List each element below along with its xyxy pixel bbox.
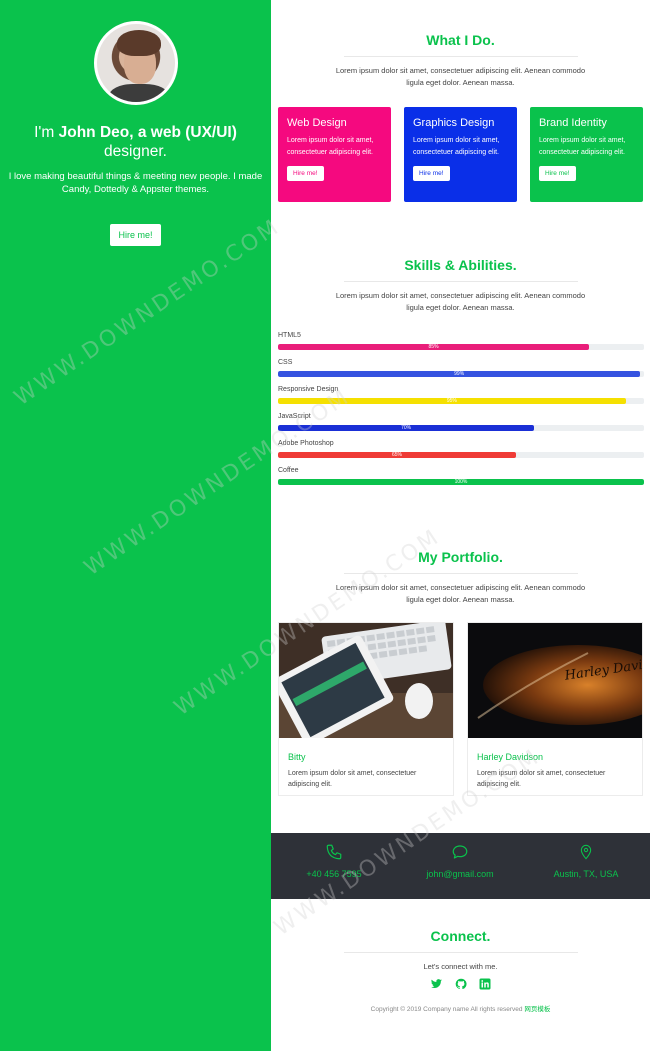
skill-row: Coffee 100% [278, 467, 644, 494]
what-i-do-description: Lorem ipsum dolor sit amet, consectetuer… [335, 66, 586, 87]
contact-email[interactable]: john@gmail.com [397, 843, 523, 879]
divider [343, 281, 578, 282]
service-card-text: Lorem ipsum dolor sit amet, consectetuer… [413, 137, 500, 156]
portfolio-item-text: Lorem ipsum dolor sit amet, consectetuer… [477, 770, 606, 788]
portfolio-item-title: Harley Davidson [477, 752, 544, 762]
profile-name: John Deo, a web (UX/UI) [58, 124, 237, 141]
portfolio-item-title: Bitty [288, 752, 306, 762]
skills-title: Skills & Abilities. [404, 257, 517, 273]
social-links [271, 977, 650, 995]
contact-email-text: john@gmail.com [426, 869, 494, 879]
portfolio-card-bitty[interactable]: Bitty Lorem ipsum dolor sit amet, consec… [273, 619, 454, 796]
skills-description: Lorem ipsum dolor sit amet, consectetuer… [335, 291, 586, 312]
skill-label: JavaScript [278, 413, 311, 420]
skill-label: HTML5 [278, 332, 301, 339]
what-i-do-section: What I Do. Lorem ipsum dolor sit amet, c… [271, 32, 650, 89]
service-card-graphics-design: Graphics Design Lorem ipsum dolor sit am… [404, 107, 517, 202]
service-card-text: Lorem ipsum dolor sit amet, consectetuer… [287, 137, 374, 156]
portfolio-description: Lorem ipsum dolor sit amet, consectetuer… [335, 583, 586, 604]
skill-row: CSS 99% [278, 359, 644, 386]
contact-location-text: Austin, TX, USA [553, 869, 619, 879]
avatar [93, 21, 178, 105]
skill-progress-track: 100% [278, 479, 644, 485]
contact-bar: +40 456 7595 john@gmail.com Austin, TX, … [271, 833, 650, 899]
divider [343, 56, 578, 57]
connect-subtitle: Let's connect with me. [423, 962, 498, 971]
divider [343, 573, 578, 574]
phone-icon [326, 844, 342, 860]
skill-percent: 99% [454, 371, 465, 377]
copyright-link[interactable]: 网页模板 [524, 1006, 550, 1013]
skill-row: Responsive Design 95% [278, 386, 644, 413]
service-card-hire-button[interactable]: Hire me! [413, 166, 450, 181]
skill-percent: 85% [428, 344, 439, 350]
service-card-text: Lorem ipsum dolor sit amet, consectetuer… [539, 137, 626, 156]
divider [343, 952, 578, 953]
skill-progress-fill: 70% [278, 425, 535, 431]
skill-progress-track: 95% [278, 398, 644, 404]
service-cards: Web Design Lorem ipsum dolor sit amet, c… [278, 107, 644, 202]
copyright: Copyright © 2019 Company name All rights… [271, 1003, 650, 1013]
skill-progress-track: 99% [278, 371, 644, 377]
service-card-title: Brand Identity [539, 117, 607, 129]
portfolio-card-harley[interactable]: Harley Davidson Harley Davidson Lorem ip… [467, 622, 650, 796]
service-card-web-design: Web Design Lorem ipsum dolor sit amet, c… [278, 107, 391, 202]
service-card-hire-button[interactable]: Hire me! [287, 166, 324, 181]
what-i-do-title: What I Do. [426, 32, 495, 48]
profile-intro: I'm John Deo, a web (UX/UI) designer. [0, 123, 271, 161]
skill-percent: 95% [446, 398, 457, 404]
contact-location[interactable]: Austin, TX, USA [523, 843, 649, 879]
skill-progress-fill: 99% [278, 371, 641, 377]
portfolio-title: My Portfolio. [418, 549, 503, 565]
motorcycle-tank-image: Harley Davidson [468, 623, 650, 738]
skill-progress-track: 70% [278, 425, 644, 431]
tablet-keyboard-image [273, 619, 453, 746]
profile-panel: I'm John Deo, a web (UX/UI) designer. I … [0, 0, 271, 1051]
skill-progress-fill: 85% [278, 344, 590, 350]
skill-percent: 65% [391, 452, 402, 458]
skill-percent: 100% [454, 479, 468, 485]
service-card-title: Graphics Design [413, 117, 495, 129]
chat-bubble-icon [452, 845, 468, 859]
skill-label: CSS [278, 359, 293, 366]
skill-row: HTML5 85% [278, 332, 644, 359]
skills-section: Skills & Abilities. Lorem ipsum dolor si… [271, 257, 650, 314]
skill-row: Adobe Photoshop 65% [278, 440, 644, 467]
skill-progress-fill: 95% [278, 398, 626, 404]
skill-label: Coffee [278, 467, 299, 474]
portfolio-grid: Bitty Lorem ipsum dolor sit amet, consec… [273, 619, 650, 796]
contact-phone-text: +40 456 7595 [306, 869, 362, 879]
skill-progress-fill: 65% [278, 452, 516, 458]
contact-phone[interactable]: +40 456 7595 [271, 843, 397, 879]
skill-progress-fill: 100% [278, 479, 644, 485]
github-icon[interactable] [455, 977, 467, 995]
skill-percent: 70% [401, 425, 412, 431]
service-card-brand-identity: Brand Identity Lorem ipsum dolor sit ame… [530, 107, 643, 202]
portfolio-section: My Portfolio. Lorem ipsum dolor sit amet… [271, 549, 650, 606]
skills-list: HTML5 85% CSS 99% Responsive Design 95% JavaSc… [278, 332, 644, 494]
skill-label: Responsive Design [278, 386, 339, 393]
skill-progress-track: 85% [278, 344, 644, 350]
service-card-title: Web Design [287, 117, 347, 129]
hire-me-button[interactable]: Hire me! [110, 224, 161, 246]
intro-prefix: I'm [34, 124, 59, 141]
profile-tagline: I love making beautiful things & meeting… [8, 171, 263, 195]
connect-section: Connect. Let's connect with me. [271, 928, 650, 973]
service-card-hire-button[interactable]: Hire me! [539, 166, 576, 181]
linkedin-icon[interactable] [479, 977, 491, 995]
skill-label: Adobe Photoshop [278, 440, 334, 447]
skill-progress-track: 65% [278, 452, 644, 458]
copyright-text: Copyright © 2019 Company name All rights… [370, 1006, 523, 1013]
portfolio-item-text: Lorem ipsum dolor sit amet, consectetuer… [288, 770, 417, 788]
connect-title: Connect. [430, 928, 491, 944]
intro-suffix: designer. [104, 143, 167, 160]
twitter-icon[interactable] [430, 977, 443, 995]
skill-row: JavaScript 70% [278, 413, 644, 440]
map-pin-icon [580, 844, 592, 860]
